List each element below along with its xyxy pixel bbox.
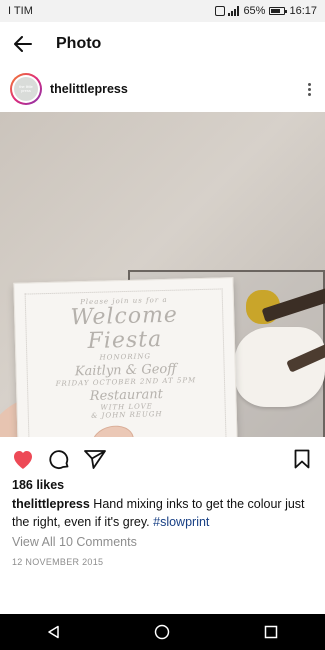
app-bar: Photo [0,22,325,66]
comment-icon[interactable] [46,446,72,472]
status-right: 65% 16:17 [215,5,317,17]
avatar-image: the little press [14,77,38,101]
battery-icon [269,7,288,15]
avatar-ring: the little press [12,75,40,103]
invitation-card: Please join us for a Welcome Fiesta HONO… [13,277,239,437]
post-username[interactable]: thelittlepress [50,82,128,96]
status-bar: I TIM 65% 16:17 [0,0,325,22]
caption-hashtag[interactable]: #slowprint [153,515,209,529]
view-comments-link[interactable]: View All 10 Comments [12,535,137,549]
system-nav-bar [0,614,325,650]
heart-icon[interactable] [10,446,36,472]
circle-home-icon[interactable] [147,617,177,647]
carrier-label: I TIM [8,5,33,17]
vibrate-icon [215,6,226,16]
triangle-back-icon[interactable] [39,617,69,647]
bookmark-icon[interactable] [289,446,315,472]
square-recents-icon[interactable] [256,617,286,647]
post-date: 12 NOVEMBER 2015 [12,557,104,567]
signal-icon [228,6,240,16]
post-actions [0,443,325,475]
arrow-left-icon[interactable] [12,33,34,55]
grey-ink [235,327,325,407]
battery-percent: 65% [243,5,266,17]
caption-username[interactable]: thelittlepress [12,497,90,511]
likes-count[interactable]: 186 likes [12,478,64,492]
clock: 16:17 [289,5,317,17]
more-vertical-icon[interactable] [303,79,315,99]
post-caption: thelittlepress Hand mixing inks to get t… [12,495,315,531]
status-icons [215,6,240,16]
post-header: the little press thelittlepress [0,66,325,112]
post-image[interactable]: Please join us for a Welcome Fiesta HONO… [0,112,325,437]
card-text: Please join us for a Welcome Fiesta HONO… [35,295,216,422]
send-icon[interactable] [82,446,108,472]
avatar[interactable]: the little press [10,73,42,105]
page-title: Photo [56,35,102,52]
